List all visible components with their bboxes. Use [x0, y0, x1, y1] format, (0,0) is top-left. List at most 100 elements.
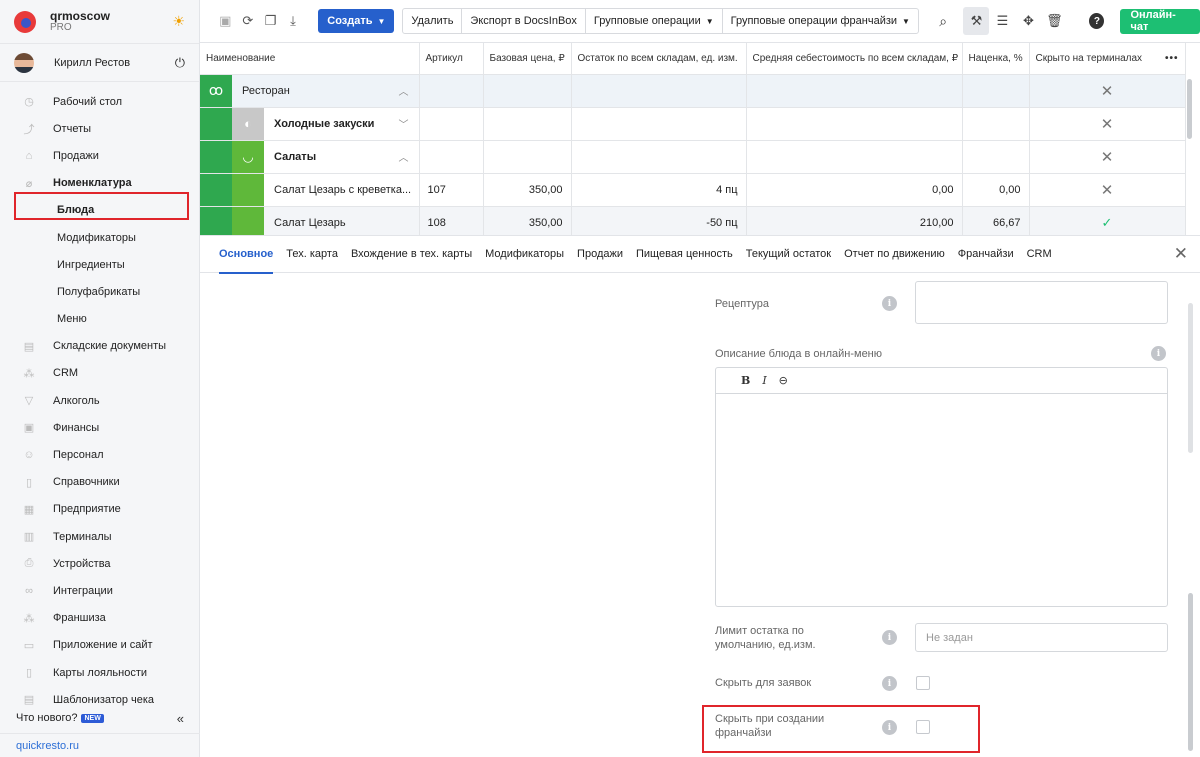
refresh-icon[interactable]: ⟳ — [237, 13, 260, 29]
tab-tech-card[interactable]: Тех. карта — [286, 235, 338, 273]
nav-item-semi-finished[interactable]: Полуфабрикаты — [0, 278, 199, 305]
tab-tech-card-usage[interactable]: Вхождение в тех. карты — [351, 235, 472, 273]
nav-menu: ◷ Рабочий стол ⤴ Отчеты ⌂ Продажи ⌀ Номенкла… — [0, 82, 199, 713]
tab-crm[interactable]: CRM — [1027, 235, 1052, 273]
nav-item-integrations[interactable]: ∞ Интеграции — [0, 577, 199, 604]
info-icon[interactable]: i — [1151, 346, 1166, 361]
create-button[interactable]: Создать ▼ — [318, 9, 395, 33]
tab-movement-report[interactable]: Отчет по движению — [844, 235, 945, 273]
hide-requests-checkbox[interactable] — [916, 676, 930, 690]
new-badge: NEW — [81, 713, 104, 723]
highlight-dishes — [14, 192, 189, 220]
hidden-check-icon: ✓ — [1029, 206, 1186, 235]
help-icon[interactable]: ? — [1089, 13, 1105, 29]
nav-item-dashboard[interactable]: ◷ Рабочий стол — [0, 88, 199, 115]
delete-button[interactable]: Удалить — [403, 9, 463, 33]
collapse-sidebar-icon[interactable]: « — [177, 711, 184, 726]
bold-button[interactable]: B — [741, 374, 750, 387]
chevron-up-icon[interactable]: ︿ — [389, 83, 419, 98]
brand-tier: PRO — [50, 21, 72, 33]
download-icon[interactable]: ⤓ — [282, 13, 305, 29]
save-icon[interactable]: ▣ — [214, 13, 237, 29]
brand-name: qrmoscow — [50, 8, 111, 23]
dish-form: Рецептура i Описание блюда в онлайн-меню… — [200, 273, 1200, 757]
user-panel[interactable]: Кирилл Рестов ⏻ — [0, 44, 199, 82]
nav-item-finance[interactable]: ▣ Финансы — [0, 414, 199, 441]
nav-item-menu[interactable]: Меню — [0, 306, 199, 333]
tab-nutrition[interactable]: Пищевая ценность — [636, 235, 733, 273]
col-markup[interactable]: Наценка, % — [962, 43, 1030, 75]
col-name[interactable]: Наименование — [200, 43, 420, 75]
nav-item-enterprise[interactable]: ▦ Предприятие — [0, 496, 199, 523]
close-icon[interactable]: ✕ — [1174, 244, 1188, 264]
nav-item-franchise[interactable]: ⁂ Франшиза — [0, 605, 199, 632]
nav-item-reports[interactable]: ⤴ Отчеты — [0, 115, 199, 142]
tab-main[interactable]: Основное — [219, 235, 274, 274]
tab-modifiers[interactable]: Модификаторы — [485, 235, 564, 273]
table-row[interactable]: ꝏ Ресторан ︿ ✕ — [200, 74, 1186, 108]
table-row[interactable]: ◡ Салаты ︿ ✕ — [200, 140, 1186, 174]
description-editor[interactable]: B I ⊖ — [715, 367, 1168, 607]
group-ops-button[interactable]: Групповые операции ▼ — [586, 9, 723, 33]
nav-item-staff[interactable]: ☺ Персонал — [0, 441, 199, 468]
hidden-x-icon: ✕ — [1029, 140, 1186, 174]
link-icon[interactable]: ⊖ — [779, 374, 788, 387]
sun-icon[interactable]: ☀ — [172, 13, 185, 30]
limit-label: Лимит остатка по умолчанию, ед.изм. — [715, 625, 816, 651]
site-link[interactable]: quickresto.ru — [0, 733, 200, 757]
export-docsinbox-button[interactable]: Экспорт в DocsInBox — [462, 9, 586, 33]
online-chat-button[interactable]: Онлайн-чат — [1120, 8, 1200, 34]
form-scroll-track — [1188, 303, 1193, 453]
hidden-x-icon: ✕ — [1029, 173, 1186, 207]
group-ops-franchise-button[interactable]: Групповые операции франчайзи ▼ — [723, 9, 918, 33]
brand-header[interactable]: qrmoscow PRO ☀ — [0, 0, 199, 44]
nav-item-crm[interactable]: ⁂ CRM — [0, 360, 199, 387]
nav-item-loyalty-cards[interactable]: ▯ Карты лояльности — [0, 659, 199, 686]
nav-item-app-site[interactable]: ▭ Приложение и сайт — [0, 632, 199, 659]
col-cost[interactable]: Средняя себестоимость по всем складам, ₽ — [746, 43, 963, 75]
trash-icon[interactable]: 🗑 — [1041, 7, 1067, 35]
italic-button[interactable]: I — [762, 374, 766, 387]
tab-sales[interactable]: Продажи — [577, 235, 623, 273]
view-tools: ⚒ ☰ ✥ 🗑 — [963, 7, 1067, 35]
table-row[interactable]: ◐ Холодные закуски ﹀ ✕ — [200, 107, 1186, 141]
tools-icon[interactable]: ⚒ — [963, 7, 990, 35]
nav-item-sales[interactable]: ⌂ Продажи — [0, 142, 199, 169]
devices-icon: ⎙ — [24, 557, 34, 570]
info-icon[interactable]: i — [882, 676, 897, 691]
hide-requests-label: Скрыть для заявок — [715, 677, 812, 689]
brand-logo — [14, 10, 36, 33]
chevron-down-icon[interactable]: ﹀ — [389, 116, 419, 131]
table-row[interactable]: Салат Цезарь с креветка... 107 350,00 4 … — [200, 173, 1186, 207]
chevron-up-icon[interactable]: ︿ — [389, 149, 419, 164]
nav-item-warehouse-docs[interactable]: ▤ Складские документы — [0, 333, 199, 360]
limit-input[interactable]: Не задан — [915, 623, 1168, 652]
col-hidden[interactable]: Скрыто на терминалах ••• — [1029, 43, 1186, 75]
copy-icon[interactable]: ❐ — [259, 13, 282, 29]
tab-current-stock[interactable]: Текущий остаток — [746, 235, 831, 273]
info-icon[interactable]: i — [882, 296, 897, 311]
nav-item-modifiers[interactable]: Модификаторы — [0, 224, 199, 251]
nav-item-references[interactable]: ▯ Справочники — [0, 469, 199, 496]
move-icon[interactable]: ✥ — [1015, 7, 1041, 35]
nav-item-terminals[interactable]: ▥ Терминалы — [0, 523, 199, 550]
nav-item-alcohol[interactable]: ▽ Алкоголь — [0, 387, 199, 414]
table-scrollbar[interactable] — [1187, 79, 1192, 139]
nav-item-devices[interactable]: ⎙ Устройства — [0, 550, 199, 577]
power-icon[interactable]: ⏻ — [175, 55, 185, 71]
table-row[interactable]: Салат Цезарь 108 350,00 -50 пц 210,00 66… — [200, 206, 1186, 235]
col-price[interactable]: Базовая цена, ₽ — [483, 43, 572, 75]
whats-new[interactable]: Что нового? NEW « — [0, 707, 200, 729]
list-icon[interactable]: ☰ — [989, 7, 1015, 35]
highlight-franchise-option — [702, 705, 980, 753]
more-icon[interactable]: ••• — [1165, 53, 1179, 64]
recipe-input[interactable] — [915, 281, 1168, 324]
search-icon[interactable]: ⌕ — [931, 13, 955, 30]
tab-franchisees[interactable]: Франчайзи — [958, 235, 1014, 273]
col-stock[interactable]: Остаток по всем складам, ед. изм. — [571, 43, 747, 75]
info-icon[interactable]: i — [882, 630, 897, 645]
nav-item-ingredients[interactable]: Ингредиенты — [0, 251, 199, 278]
salad-bowl-icon: ◡ — [232, 140, 264, 172]
form-scrollbar[interactable] — [1188, 593, 1193, 751]
col-article[interactable]: Артикул — [419, 43, 484, 75]
